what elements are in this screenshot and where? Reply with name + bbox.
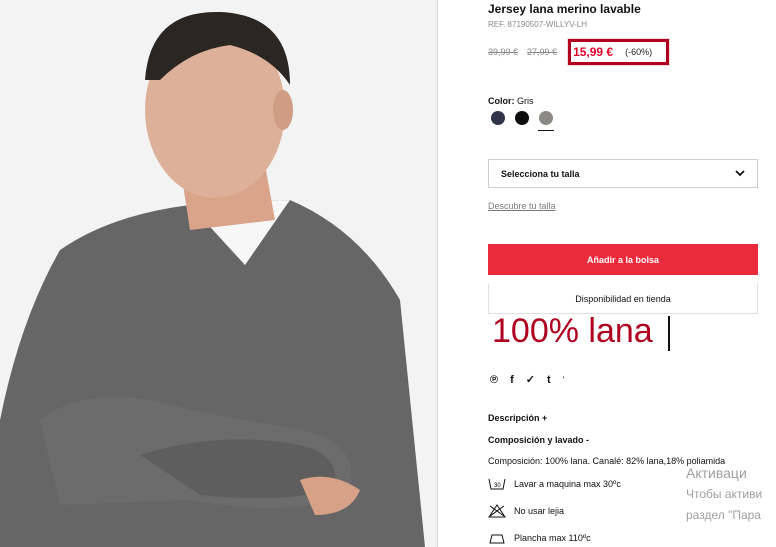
discount-badge: (-60%) [625, 47, 653, 57]
tumblr-icon[interactable]: t [547, 374, 551, 386]
iron-icon [488, 529, 506, 547]
size-select-placeholder: Selecciona tu talla [501, 168, 580, 179]
watermark-line-3: раздел "Пара [686, 508, 761, 522]
swatch-black[interactable] [515, 111, 529, 125]
product-photo [0, 0, 437, 547]
overlay-text: 100% lana [492, 312, 653, 350]
swatch-grey[interactable] [538, 111, 554, 131]
windows-activation-watermark: Активаци Чтобы активи раздел "Пара [686, 463, 776, 526]
care-row-iron: Plancha max 110ºc [488, 529, 621, 547]
add-to-bag-button[interactable]: Añadir a la bolsa [488, 244, 758, 275]
size-select[interactable]: Selecciona tu talla [488, 159, 758, 188]
svg-text:30: 30 [494, 483, 501, 489]
care-instructions: 30 Lavar a maquina max 30ºc No usar leji… [488, 475, 621, 547]
care-row-wash: 30 Lavar a maquina max 30ºc [488, 475, 621, 493]
composition-toggle[interactable]: Composición y lavado - [488, 435, 589, 445]
chevron-down-icon [735, 169, 745, 179]
model-illustration [0, 0, 437, 547]
care-text-wash: Lavar a maquina max 30ºc [514, 479, 621, 489]
share-icons: ℗ f ✓ t ' [490, 373, 565, 387]
text-caret [668, 316, 670, 351]
photo-divider [437, 0, 438, 547]
twitter-icon[interactable]: ✓ [526, 373, 535, 386]
color-label-title: Color: [488, 96, 515, 106]
color-swatches [491, 111, 554, 131]
care-row-bleach: No usar lejia [488, 502, 621, 520]
sale-price: 15,99 € [573, 45, 614, 59]
wash-30-icon: 30 [488, 475, 506, 493]
watermark-line-1: Активаци [686, 465, 747, 481]
sale-price-highlight: 15,99 € (-60%) [568, 39, 670, 65]
care-text-bleach: No usar lejia [514, 506, 565, 516]
store-availability-button[interactable]: Disponibilidad en tienda [488, 284, 758, 314]
original-price: 39,99 € [488, 47, 519, 57]
swatch-navy[interactable] [491, 111, 505, 125]
more-share-icon[interactable]: ' [563, 375, 565, 385]
price-row: 39,99 € 27,99 € 15,99 € (-60%) [488, 39, 670, 65]
description-toggle[interactable]: Descripción + [488, 413, 547, 423]
facebook-icon[interactable]: f [510, 374, 514, 386]
size-guide-link[interactable]: Descubre tu talla [488, 201, 556, 211]
no-bleach-icon [488, 502, 506, 520]
color-selected-value: Gris [517, 96, 534, 106]
product-title: Jersey lana merino lavable [488, 2, 641, 16]
pinterest-icon[interactable]: ℗ [490, 374, 498, 386]
previous-price: 27,99 € [527, 47, 558, 57]
product-reference: REF. 87190507-WILLYV-LH [488, 20, 588, 29]
care-text-iron: Plancha max 110ºc [514, 533, 591, 543]
color-label: Color: Gris [488, 96, 534, 106]
watermark-line-2: Чтобы активи [686, 487, 763, 501]
